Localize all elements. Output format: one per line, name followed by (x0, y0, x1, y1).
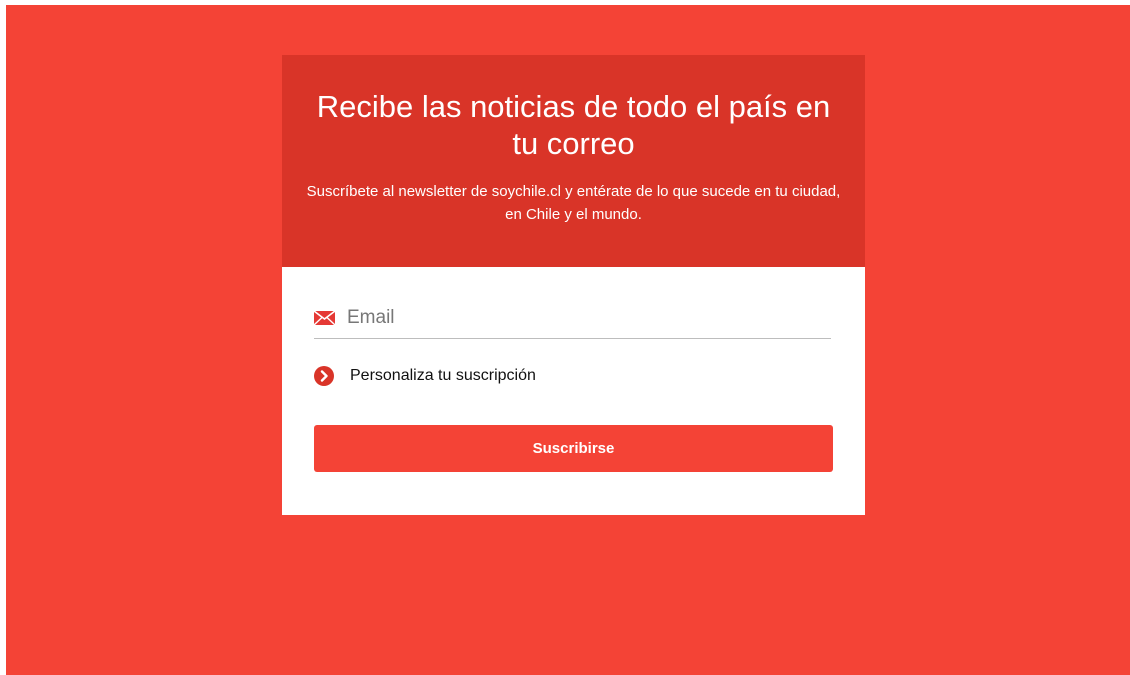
email-field[interactable] (313, 302, 831, 339)
page-background: Recibe las noticias de todo el país en t… (6, 5, 1130, 675)
personalize-label: Personaliza tu suscripción (350, 367, 536, 384)
mail-icon (313, 310, 336, 326)
email-input[interactable] (347, 307, 807, 329)
newsletter-header: Recibe las noticias de todo el país en t… (282, 55, 865, 267)
newsletter-card: Recibe las noticias de todo el país en t… (282, 55, 865, 515)
personalize-subscription-toggle[interactable]: Personaliza tu suscripción (314, 366, 536, 386)
subscription-form: Personaliza tu suscripción Suscribirse (282, 267, 865, 515)
newsletter-title: Recibe las noticias de todo el país en t… (316, 89, 831, 161)
chevron-right-circle-icon (314, 366, 334, 386)
subscribe-button[interactable]: Suscribirse (314, 425, 833, 472)
newsletter-subtitle: Suscríbete al newsletter de soychile.cl … (306, 183, 841, 223)
